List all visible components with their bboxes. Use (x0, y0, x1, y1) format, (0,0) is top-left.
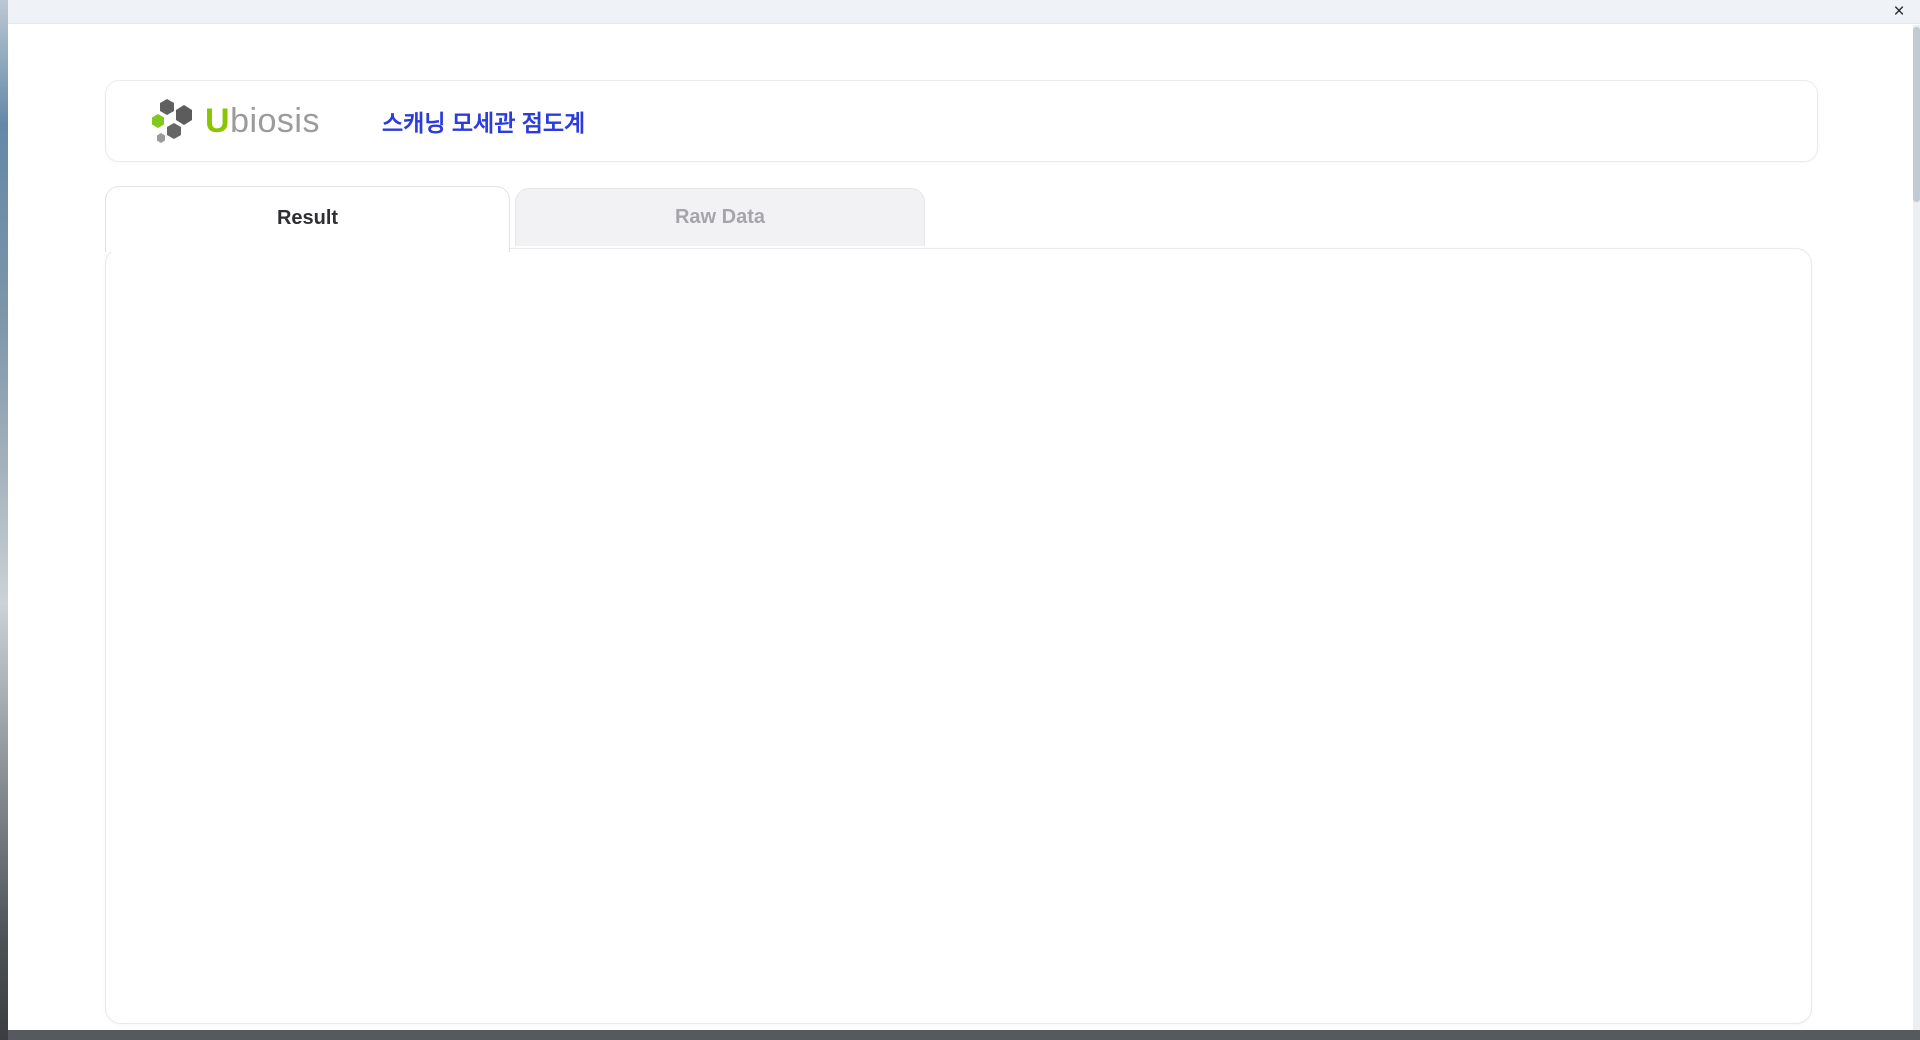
brand-logo: Ubiosis (151, 97, 320, 145)
scrollbar-thumb[interactable] (1913, 27, 1920, 202)
tab-result[interactable]: Result (105, 186, 510, 252)
close-icon[interactable]: × (1888, 1, 1910, 23)
taskbar-strip (8, 1030, 1920, 1040)
brand-u: U (205, 102, 230, 140)
header-card: Ubiosis 스캐닝 모세관 점도계 (105, 80, 1818, 162)
window-titlebar (8, 0, 1920, 24)
vertical-scrollbar[interactable] (1913, 25, 1920, 1030)
app-title: 스캐닝 모세관 점도계 (382, 104, 585, 138)
brand-rest: biosis (230, 102, 320, 140)
tab-raw-data[interactable]: Raw Data (515, 188, 925, 246)
result-panel (105, 248, 1812, 1024)
brand-wordmark: Ubiosis (205, 102, 320, 141)
desktop-background-edge (0, 0, 8, 1040)
ubiosis-hexagon-logo-icon (151, 97, 197, 145)
